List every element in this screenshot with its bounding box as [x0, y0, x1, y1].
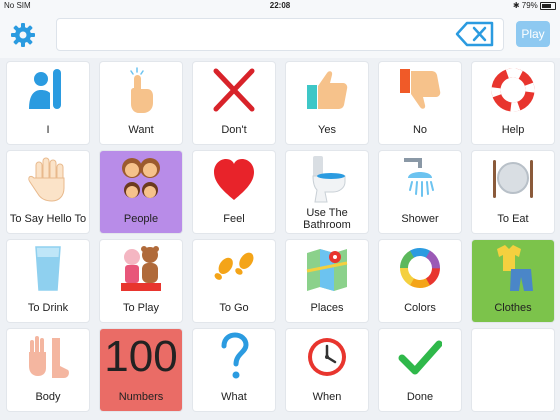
tile-to-drink[interactable]: To Drink — [7, 240, 89, 322]
heart-icon — [214, 159, 254, 200]
tile-label: People — [123, 213, 159, 225]
tile-label: Want — [128, 124, 154, 136]
battery-icon — [540, 1, 556, 10]
tile-label: Body — [35, 391, 61, 403]
footprints-icon — [214, 252, 254, 280]
tile-label: Clothes — [494, 302, 532, 314]
tile-label: Help — [501, 124, 525, 136]
question-mark-icon — [221, 332, 249, 379]
color-wheel-icon — [400, 248, 440, 288]
clock-time: 22:08 — [269, 1, 291, 10]
sentence-bar[interactable] — [56, 18, 504, 51]
tile-label: Feel — [223, 213, 245, 225]
tile-label: Use The Bathroom — [303, 207, 351, 231]
family-faces-icon — [122, 158, 160, 198]
tile-places[interactable]: Places — [286, 240, 368, 322]
glass-icon — [35, 246, 61, 291]
toys-icon — [121, 246, 161, 291]
life-ring-icon — [491, 68, 535, 112]
tile-to-play[interactable]: To Play — [100, 240, 182, 322]
tile-feel[interactable]: Feel — [193, 151, 275, 233]
clothes-icon — [497, 245, 533, 291]
tile-what[interactable]: What — [193, 329, 275, 411]
tile-yes[interactable]: Yes — [286, 62, 368, 144]
plate-utensils-icon — [493, 160, 533, 198]
raised-hand-person-icon — [29, 69, 61, 109]
tile-label: Yes — [318, 124, 336, 136]
battery-status: ✱ 79% — [513, 1, 556, 10]
toilet-icon — [312, 156, 346, 203]
tile-i[interactable]: I — [7, 62, 89, 144]
tile-label: I — [46, 124, 50, 136]
map-icon — [306, 249, 348, 291]
tile-no[interactable]: No — [379, 62, 461, 144]
tile-label: Numbers — [118, 391, 164, 403]
tile-help[interactable]: Help — [472, 62, 554, 144]
tile-numbers[interactable]: 100 Numbers — [100, 329, 182, 411]
tile-label: What — [221, 391, 247, 403]
tile-empty[interactable] — [472, 329, 554, 411]
pointing-hand-icon — [130, 67, 153, 113]
tile-clothes[interactable]: Clothes — [472, 240, 554, 322]
tile-use-the-bathroom[interactable]: Use The Bathroom — [286, 151, 368, 233]
tile-label — [474, 385, 552, 409]
tile-label: To Say Hello To — [9, 213, 87, 225]
shower-icon — [404, 158, 434, 197]
tile-label: Shower — [401, 213, 439, 225]
backspace-icon[interactable] — [455, 21, 495, 47]
tile-to-go[interactable]: To Go — [193, 240, 275, 322]
tile-label: Colors — [404, 302, 436, 314]
bluetooth-icon: ✱ — [512, 1, 520, 10]
tile-colors[interactable]: Colors — [379, 240, 461, 322]
tile-done[interactable]: Done — [379, 329, 461, 411]
toolbar: Play — [0, 12, 560, 58]
tile-label: No — [412, 124, 428, 136]
tile-people[interactable]: People — [100, 151, 182, 233]
tile-label: To Play — [122, 302, 160, 314]
status-bar: No SIM 22:08 ✱ 79% — [0, 0, 560, 12]
tile-label: When — [312, 391, 342, 403]
tile-want[interactable]: Want — [100, 62, 182, 144]
tile-label: Places — [310, 302, 344, 314]
battery-percent: 79% — [521, 1, 538, 10]
number-100-graphic: 100 — [104, 332, 178, 381]
tile-label: Don't — [221, 124, 247, 136]
tile-label: To Drink — [27, 302, 69, 314]
tile-label: To Eat — [497, 213, 529, 225]
tile-label: Done — [406, 391, 434, 403]
tile-body[interactable]: Body — [7, 329, 89, 411]
hand-foot-icon — [29, 336, 69, 378]
thumbs-down-icon — [400, 69, 441, 109]
red-x-icon — [213, 68, 255, 112]
gear-icon[interactable] — [10, 22, 36, 48]
thumbs-up-icon — [307, 71, 348, 109]
tile-label: To Go — [219, 302, 249, 314]
play-button[interactable]: Play — [516, 21, 550, 47]
tile-to-say-hello-to[interactable]: To Say Hello To — [7, 151, 89, 233]
clock-icon — [308, 338, 346, 376]
tile-when[interactable]: When — [286, 329, 368, 411]
checkmark-icon — [398, 340, 442, 375]
tile-shower[interactable]: Shower — [379, 151, 461, 233]
tile-to-eat[interactable]: To Eat — [472, 151, 554, 233]
waving-hand-icon — [28, 157, 65, 202]
tile-dont[interactable]: Don't — [193, 62, 275, 144]
